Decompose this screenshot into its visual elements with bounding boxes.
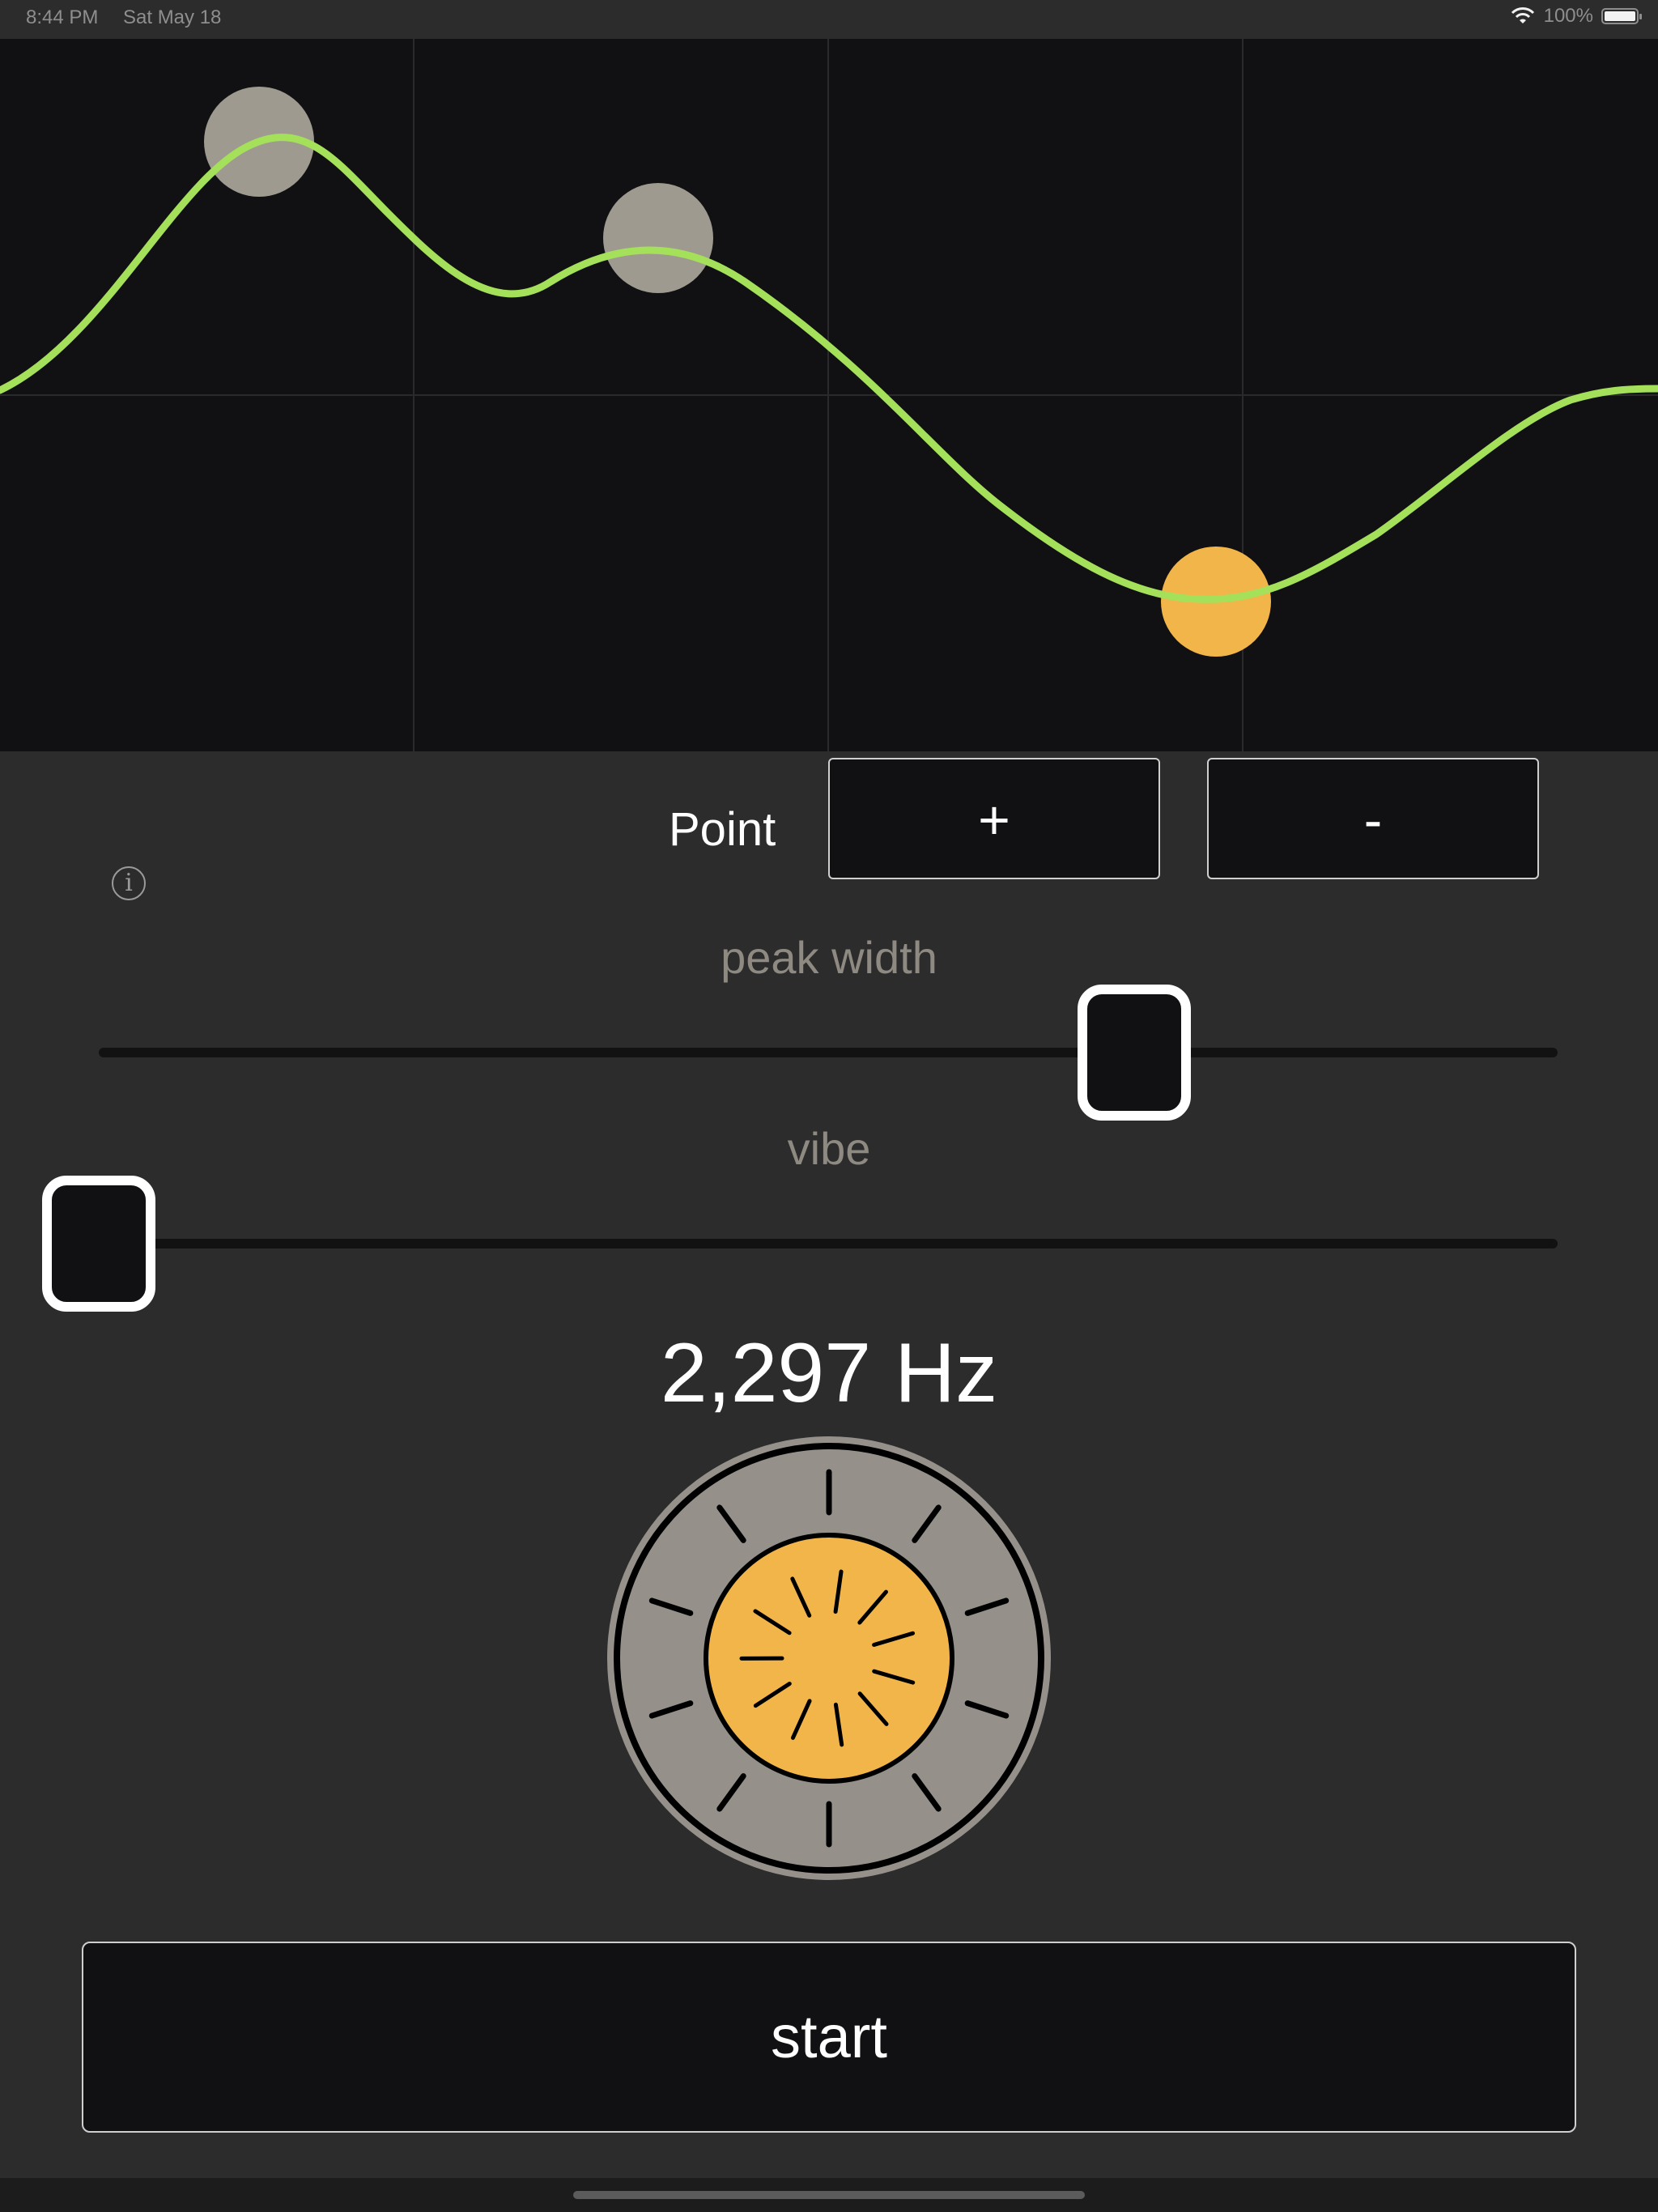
frequency-curve-graph[interactable] [0,39,1658,751]
vibe-label: vibe [787,1123,871,1174]
frequency-dial[interactable] [604,1433,1054,1883]
frequency-display: 2,297 Hz [660,1326,998,1420]
status-bar: 8:44 PM Sat May 18 100% [0,0,1658,39]
info-icon[interactable]: i [112,866,146,900]
vibe-slider-track[interactable] [99,1239,1558,1249]
battery-percentage: 100% [1543,5,1593,27]
peak-width-slider-track[interactable] [99,1048,1558,1057]
peak-width-slider-thumb[interactable] [1078,985,1192,1121]
status-date: Sat May 18 [123,6,222,28]
control-point[interactable] [603,183,713,293]
home-indicator[interactable] [573,2191,1085,2199]
start-button[interactable]: start [82,1942,1576,2133]
add-point-button[interactable]: + [828,758,1160,879]
status-time: 8:44 PM [26,6,99,28]
wifi-icon [1511,7,1534,23]
vibe-slider-thumb[interactable] [42,1176,155,1312]
point-label: Point [669,803,776,856]
remove-point-button[interactable]: - [1207,758,1539,879]
status-right: 100% [1510,5,1642,28]
battery-icon [1601,8,1642,24]
peak-width-label: peak width [721,932,937,983]
